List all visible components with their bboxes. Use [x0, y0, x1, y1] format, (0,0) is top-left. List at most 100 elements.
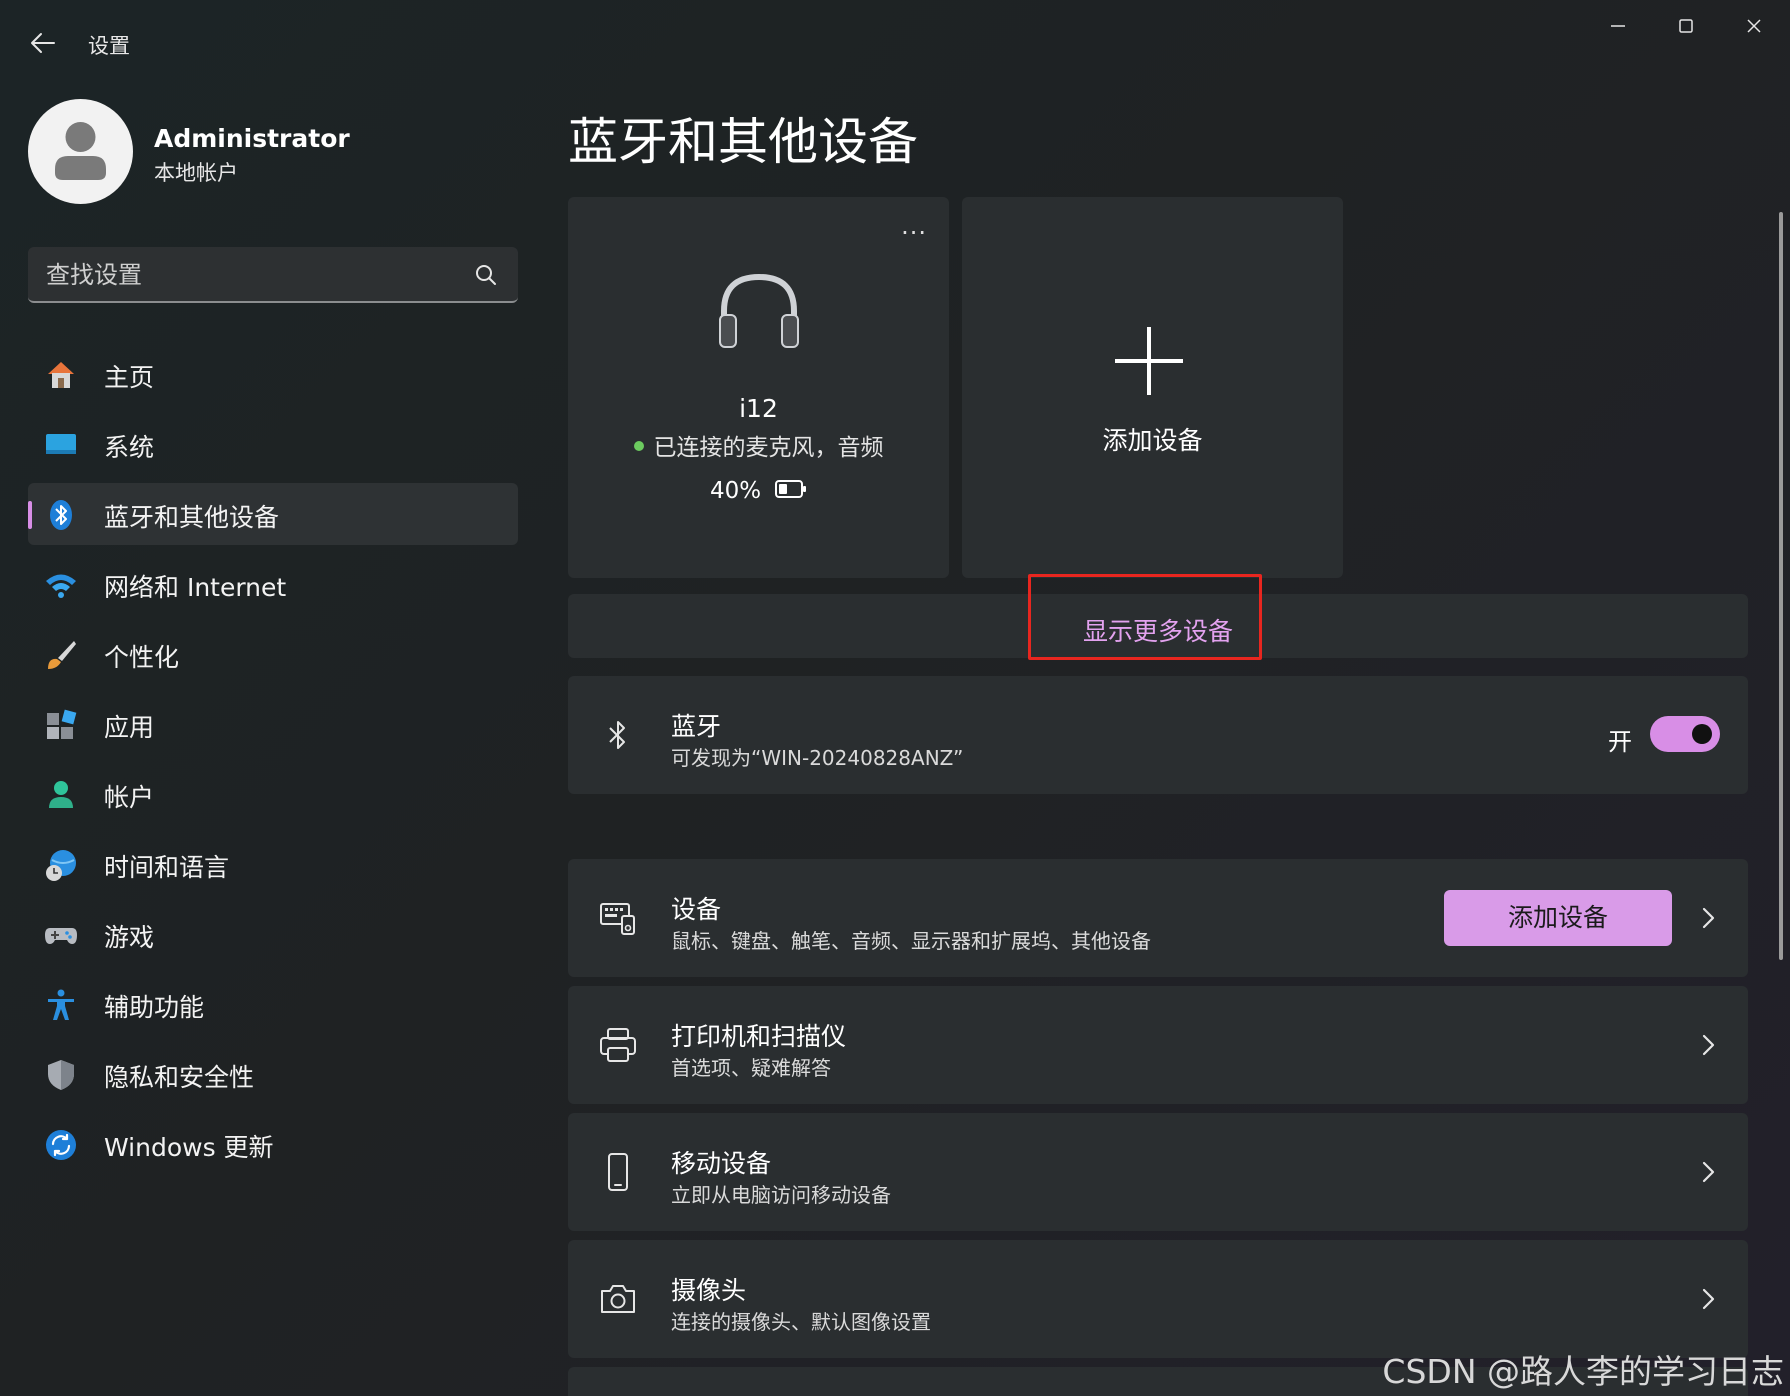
camera-icon [601, 1285, 635, 1313]
device-battery: 40% [568, 478, 949, 504]
user-account-type: 本地帐户 [154, 161, 238, 185]
chevron-right-icon [1702, 1288, 1715, 1310]
mobile-devices-row[interactable]: 移动设备 立即从电脑访问移动设备 [568, 1113, 1748, 1231]
globe-clock-icon [46, 850, 76, 881]
sidebar-item-accessibility[interactable]: 辅助功能 [28, 973, 518, 1035]
person-icon [49, 781, 73, 808]
sidebar-item-label: 网络和 Internet [104, 573, 287, 602]
device-status-text: 已连接的麦克风，音频 [653, 435, 884, 461]
user-avatar-icon [55, 122, 106, 180]
row-title: 摄像头 [671, 1276, 747, 1305]
close-icon [1747, 19, 1761, 33]
phone-icon [608, 1153, 628, 1191]
row-title: 设备 [671, 895, 722, 924]
gamepad-icon [45, 928, 77, 944]
minimize-button[interactable] [1588, 6, 1648, 46]
sidebar-nav: 主页 系统 蓝牙和其他设备 网络和 Internet 个性化 应用 帐户 时间和… [28, 343, 518, 1183]
row-subtitle: 可发现为“WIN-20240828ANZ” [671, 746, 964, 770]
sidebar-item-label: 应用 [104, 713, 155, 742]
battery-icon [775, 479, 807, 498]
sidebar-item-label: 蓝牙和其他设备 [104, 503, 280, 532]
accessibility-icon [48, 989, 74, 1020]
more-options-button[interactable]: ··· [901, 219, 927, 247]
bluetooth-row: 蓝牙 可发现为“WIN-20240828ANZ” 开 [568, 676, 1748, 794]
devices-row[interactable]: 设备 鼠标、键盘、触笔、音频、显示器和扩展坞、其他设备 添加设备 [568, 859, 1748, 977]
monitor-icon [46, 434, 76, 454]
battery-percent: 40% [709, 478, 762, 504]
bluetooth-toggle[interactable] [1650, 716, 1720, 752]
back-button[interactable] [24, 24, 62, 62]
brush-icon [48, 641, 76, 669]
app-title: 设置 [88, 34, 130, 58]
vertical-scrollbar[interactable] [1779, 212, 1783, 960]
toggle-knob [1692, 724, 1712, 744]
page-title: 蓝牙和其他设备 [568, 113, 918, 171]
sidebar-item-label: 系统 [104, 433, 155, 462]
sidebar-item-personalization[interactable]: 个性化 [28, 623, 518, 685]
red-highlight-box [1028, 574, 1262, 660]
chevron-right-icon [1702, 907, 1715, 929]
sidebar-item-label: 隐私和安全性 [104, 1063, 255, 1092]
row-title: 蓝牙 [671, 712, 722, 741]
sidebar-item-home[interactable]: 主页 [28, 343, 518, 405]
minimize-icon [1611, 25, 1625, 27]
keyboard-devices-icon [600, 903, 635, 935]
shield-icon [48, 1060, 74, 1090]
add-device-card[interactable]: 添加设备 [962, 197, 1343, 578]
maximize-button[interactable] [1656, 6, 1716, 46]
maximize-icon [1679, 19, 1693, 33]
sidebar-item-bluetooth[interactable]: 蓝牙和其他设备 [28, 483, 518, 545]
apps-icon [47, 709, 77, 739]
sidebar-item-label: 辅助功能 [104, 993, 205, 1022]
chevron-right-icon [1702, 1161, 1715, 1183]
user-name: Administrator [154, 124, 350, 153]
avatar[interactable] [28, 99, 133, 204]
search-icon[interactable] [474, 263, 498, 287]
sidebar-item-privacy-security[interactable]: 隐私和安全性 [28, 1043, 518, 1105]
home-icon [48, 362, 74, 388]
device-card-i12[interactable]: ··· i12 已连接的麦克风，音频 40% [568, 197, 949, 578]
printer-icon [600, 1028, 636, 1062]
sidebar-item-label: 个性化 [104, 643, 180, 672]
sidebar-item-label: Windows 更新 [104, 1133, 274, 1162]
watermark-text: CSDN @路人李的学习日志 [1382, 1352, 1784, 1391]
sidebar-item-windows-update[interactable]: Windows 更新 [28, 1113, 518, 1175]
camera-row[interactable]: 摄像头 连接的摄像头、默认图像设置 [568, 1240, 1748, 1358]
sidebar-item-gaming[interactable]: 游戏 [28, 903, 518, 965]
device-name: i12 [739, 394, 778, 423]
wifi-icon [46, 574, 76, 598]
sidebar-item-apps[interactable]: 应用 [28, 693, 518, 755]
sidebar-item-network[interactable]: 网络和 Internet [28, 553, 518, 615]
plus-icon [1115, 327, 1183, 395]
sidebar-item-accounts[interactable]: 帐户 [28, 763, 518, 825]
update-icon [46, 1130, 76, 1160]
sidebar-item-label: 帐户 [104, 783, 155, 812]
bluetooth-icon [609, 721, 625, 749]
sidebar-item-label: 时间和语言 [104, 853, 230, 882]
sidebar-item-system[interactable]: 系统 [28, 413, 518, 475]
toggle-state-label: 开 [1608, 728, 1632, 756]
add-device-label: 添加设备 [1102, 426, 1203, 455]
row-title: 移动设备 [671, 1149, 772, 1178]
sidebar-item-label: 主页 [104, 363, 155, 392]
connected-dot-icon [633, 440, 644, 451]
headphones-icon [719, 273, 799, 348]
search-input[interactable] [46, 259, 446, 291]
row-subtitle: 连接的摄像头、默认图像设置 [671, 1310, 931, 1334]
search-box[interactable] [28, 247, 518, 303]
row-subtitle: 首选项、疑难解答 [671, 1056, 831, 1080]
close-button[interactable] [1724, 6, 1784, 46]
title-bar: 设置 [0, 0, 1790, 80]
printers-scanners-row[interactable]: 打印机和扫描仪 首选项、疑难解答 [568, 986, 1748, 1104]
sidebar-item-label: 游戏 [104, 923, 155, 952]
add-device-button[interactable]: 添加设备 [1444, 890, 1672, 946]
bluetooth-icon [50, 500, 72, 530]
row-subtitle: 立即从电脑访问移动设备 [671, 1183, 891, 1207]
row-subtitle: 鼠标、键盘、触笔、音频、显示器和扩展坞、其他设备 [671, 929, 1151, 953]
arrow-left-icon [31, 33, 55, 53]
settings-window: 设置 Administrator 本地帐户 主页 系统 [0, 0, 1790, 1396]
row-title: 打印机和扫描仪 [671, 1022, 847, 1051]
chevron-right-icon [1702, 1034, 1715, 1056]
sidebar-item-time-language[interactable]: 时间和语言 [28, 833, 518, 895]
device-status: 已连接的麦克风，音频 [568, 428, 949, 462]
